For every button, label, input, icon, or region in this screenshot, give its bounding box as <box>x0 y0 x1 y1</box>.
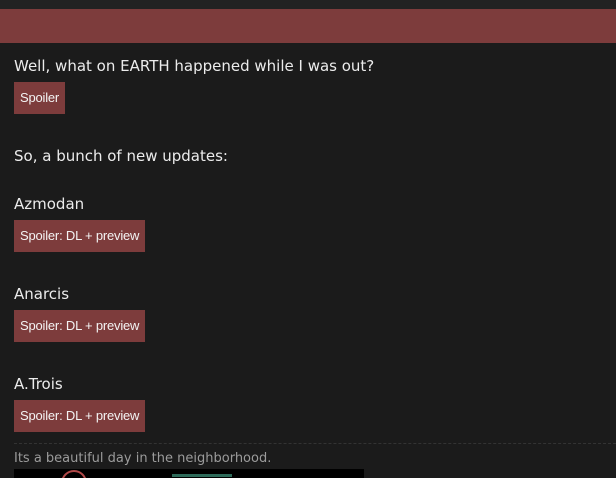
top-strip <box>0 0 616 9</box>
spoiler-button-anarcis[interactable]: Spoiler: DL + preview <box>14 310 146 342</box>
signature-banner-image <box>14 469 364 478</box>
entry-name-a-trois: A.Trois <box>14 375 63 393</box>
spoiler-button[interactable]: Spoiler <box>14 82 66 114</box>
post-header-bar <box>0 9 616 43</box>
post-line-intro: Well, what on EARTH happened while I was… <box>14 57 375 75</box>
entry-name-azmodan: Azmodan <box>14 195 85 213</box>
spoiler-button-a-trois[interactable]: Spoiler: DL + preview <box>14 400 146 432</box>
signature-text: Its a beautiful day in the neighborhood. <box>14 451 272 466</box>
signature-divider <box>14 443 616 444</box>
spoiler-button-azmodan[interactable]: Spoiler: DL + preview <box>14 220 146 252</box>
post-line-updates: So, a bunch of new updates: <box>14 147 228 165</box>
entry-name-anarcis: Anarcis <box>14 285 70 303</box>
